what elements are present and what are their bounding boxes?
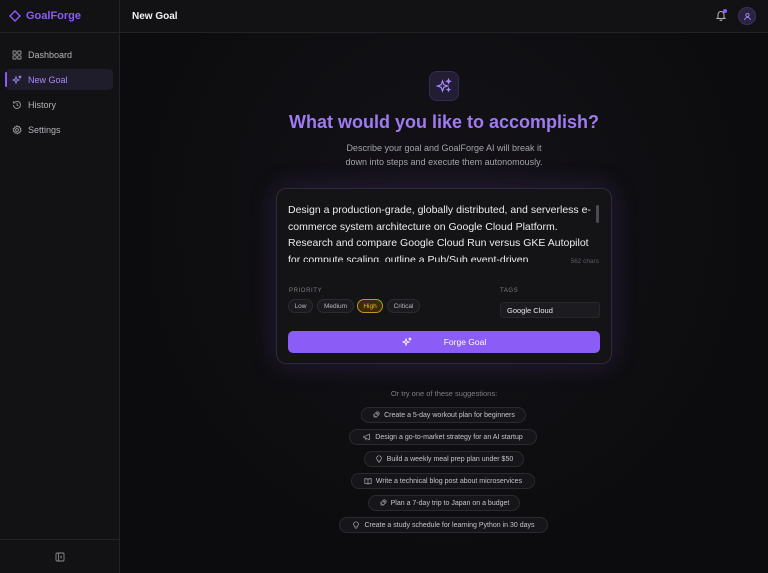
book-icon: [364, 478, 372, 485]
sidebar-item-label: New Goal: [28, 74, 68, 85]
lightbulb-icon: [353, 521, 360, 529]
main-content: What would you like to accomplish? Descr…: [120, 33, 768, 573]
priority-label: PRIORITY: [289, 288, 323, 294]
priority-option-low[interactable]: Low: [288, 299, 313, 313]
notification-dot: [723, 9, 727, 13]
sidebar-item-new-goal[interactable]: New Goal: [5, 69, 113, 90]
sidebar-item-settings[interactable]: Settings: [6, 119, 113, 140]
sidebar-collapse-icon[interactable]: [55, 552, 65, 562]
suggestion-chip[interactable]: Create a study schedule for learning Pyt…: [339, 517, 548, 533]
suggestion-chip[interactable]: Design a go-to-market strategy for an AI…: [349, 429, 537, 445]
suggestion-chip[interactable]: Write a technical blog post about micros…: [351, 473, 535, 489]
priority-option-medium[interactable]: Medium: [317, 299, 354, 313]
priority-option-high[interactable]: High: [357, 299, 383, 313]
suggestions-title: Or try one of these suggestions:: [390, 389, 498, 398]
textarea-scrollbar[interactable]: [596, 205, 599, 223]
goal-form-card: Design a production-grade, globally dist…: [276, 188, 612, 364]
sidebar-item-dashboard[interactable]: Dashboard: [6, 44, 113, 65]
suggestion-chip[interactable]: Create a 5-day workout plan for beginner…: [361, 407, 526, 423]
goal-textarea[interactable]: Design a production-grade, globally dist…: [288, 202, 594, 262]
sidebar-item-label: Dashboard: [28, 49, 73, 60]
sparkles-icon: [436, 78, 452, 93]
lightbulb-icon: [376, 455, 382, 463]
sidebar: GoalForge Dashboard New Goal History Set…: [0, 0, 120, 573]
dashboard-icon: [12, 50, 22, 59]
suggestion-label: Design a go-to-market strategy for an AI…: [375, 433, 523, 441]
sparkles-icon: [401, 337, 412, 347]
suggestion-label: Plan a 7-day trip to Japan on a budget: [390, 499, 510, 507]
suggestion-chip[interactable]: Plan a 7-day trip to Japan on a budget: [368, 495, 520, 511]
sidebar-footer: [0, 539, 119, 573]
app-root: GoalForge Dashboard New Goal History Set…: [0, 0, 768, 573]
tags-label: TAGS: [500, 288, 519, 294]
hero-icon-badge: [429, 71, 459, 101]
megaphone-icon: [363, 433, 371, 441]
suggestion-label: Write a technical blog post about micros…: [375, 477, 523, 485]
rocket-icon: [373, 411, 380, 418]
sidebar-item-history[interactable]: History: [6, 94, 113, 115]
user-icon: [743, 12, 751, 20]
hero-heading: What would you like to accomplish?: [288, 112, 600, 132]
forge-goal-label: Forge Goal: [443, 337, 487, 347]
forge-goal-button[interactable]: Forge Goal: [288, 331, 600, 353]
sparkles-icon: [12, 74, 22, 84]
hero-subtitle: Describe your goal and GoalForge AI will…: [324, 141, 564, 169]
suggestion-label: Build a weekly meal prep plan under $50: [386, 455, 514, 463]
priority-option-critical[interactable]: Critical: [387, 299, 420, 313]
hero-subtitle-line: Describe your goal and GoalForge AI will…: [346, 143, 542, 153]
suggestion-label: Create a study schedule for learning Pyt…: [364, 521, 535, 529]
page-title: New Goal: [132, 10, 178, 22]
char-count: 562 chars: [570, 258, 599, 265]
sidebar-nav: Dashboard New Goal History Settings: [0, 33, 119, 140]
top-header: New Goal: [120, 0, 768, 33]
sidebar-item-label: Settings: [28, 124, 61, 135]
tags-input[interactable]: Google Cloud: [500, 302, 600, 318]
suggestion-label: Create a 5-day workout plan for beginner…: [384, 411, 515, 419]
rocket-icon: [379, 499, 387, 506]
history-icon: [12, 100, 21, 109]
hero-subtitle-line: down into steps and execute them autonom…: [345, 157, 543, 167]
suggestion-chip[interactable]: Build a weekly meal prep plan under $50: [364, 451, 524, 467]
gear-icon: [12, 124, 22, 134]
brand[interactable]: GoalForge: [0, 0, 119, 33]
sidebar-item-label: History: [28, 99, 57, 110]
diamond-logo-icon: [9, 10, 21, 22]
brand-name: GoalForge: [26, 10, 82, 22]
avatar[interactable]: [738, 7, 756, 25]
